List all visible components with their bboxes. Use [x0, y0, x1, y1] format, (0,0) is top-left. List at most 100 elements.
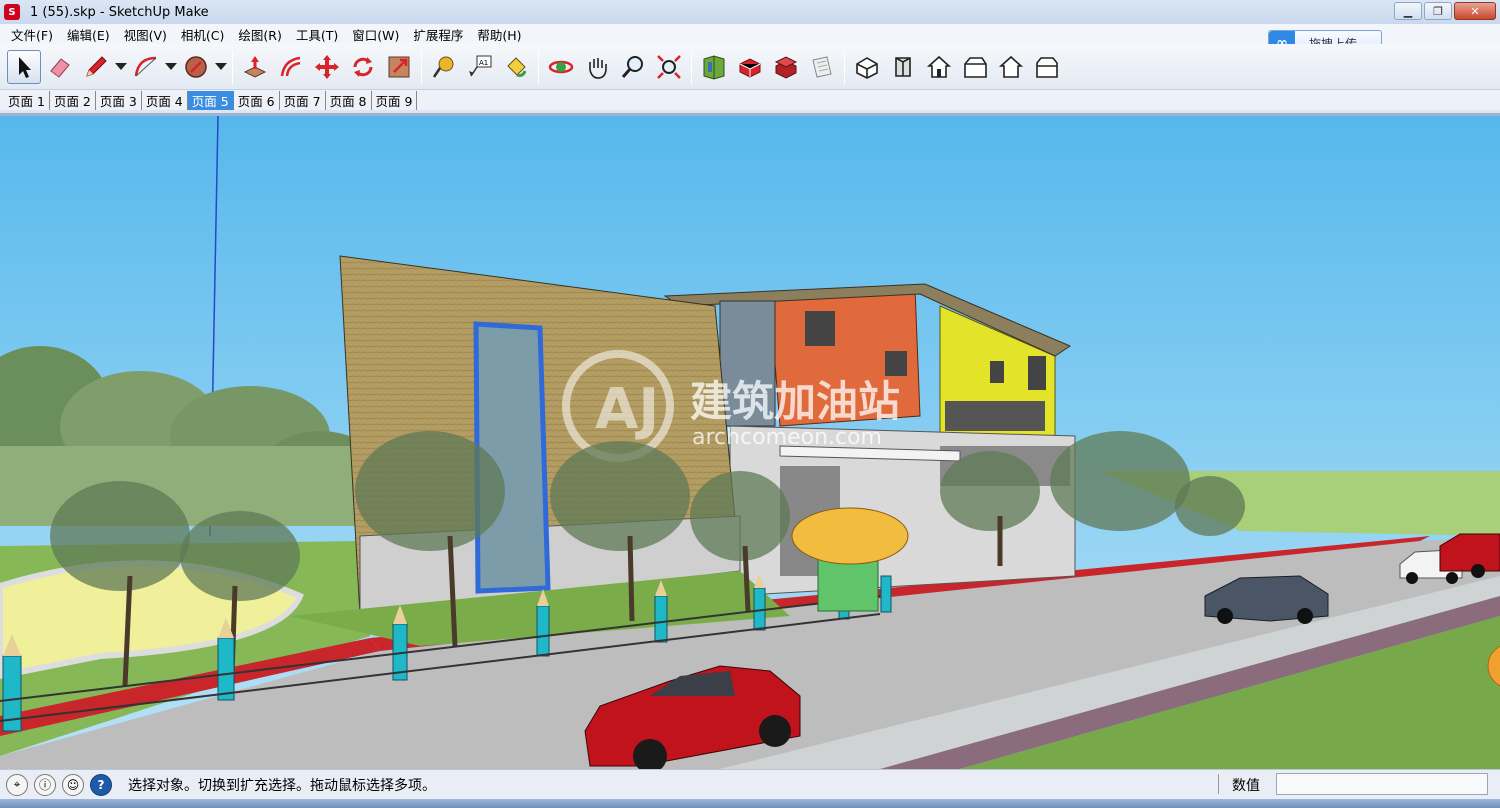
measurements-label: 数值 [1232, 778, 1260, 794]
measurements-input[interactable] [1276, 773, 1488, 795]
rotate-tool-icon [353, 56, 373, 77]
scene-tabs: 页面 1 页面 2 页面 3 页面 4 页面 5 页面 6 页面 7 页面 8 … [0, 90, 1500, 110]
menu-help[interactable]: 帮助(H) [470, 25, 528, 44]
window [1028, 356, 1046, 390]
eraser-tool-button[interactable] [43, 50, 77, 84]
menu-camera[interactable]: 相机(C) [174, 25, 231, 44]
tab-scene-7[interactable]: 页面 7 [280, 91, 326, 110]
menu-draw[interactable]: 绘图(R) [231, 25, 288, 44]
back-view-button[interactable] [994, 50, 1028, 84]
tab-scene-8[interactable]: 页面 8 [326, 91, 372, 110]
move-tool-button[interactable] [310, 50, 344, 84]
status-message: 选择对象。切换到扩充选择。拖动鼠标选择多项。 [128, 777, 436, 794]
tab-scene-1[interactable]: 页面 1 [4, 91, 50, 110]
shape-dropdown[interactable] [214, 50, 228, 84]
paint-bucket-tool-button[interactable] [499, 50, 533, 84]
tab-scene-3[interactable]: 页面 3 [96, 91, 142, 110]
status-divider [1218, 774, 1219, 794]
user-icon[interactable]: ☺ [62, 773, 84, 796]
menu-tools[interactable]: 工具(T) [289, 25, 345, 44]
select-tool-icon [19, 56, 31, 78]
close-button[interactable]: ✕ [1454, 2, 1496, 20]
model-viewport[interactable]: AJ 建筑加油站 archcomeon.com [0, 113, 1500, 769]
left-view-button[interactable] [1030, 50, 1064, 84]
menu-edit[interactable]: 编辑(E) [60, 25, 117, 44]
menu-extensions[interactable]: 扩展程序 [406, 25, 470, 44]
pencil-tool-button[interactable] [79, 50, 113, 84]
rotate-tool-button[interactable] [346, 50, 380, 84]
layout-button[interactable] [805, 50, 839, 84]
minimize-button[interactable]: ▁ [1394, 2, 1422, 20]
tape-measure-tool-button[interactable] [427, 50, 461, 84]
push-pull-icon [243, 55, 267, 78]
shape-tool-button[interactable] [179, 50, 213, 84]
orbit-tool-icon [548, 60, 574, 73]
iso-view-button[interactable] [850, 50, 884, 84]
shape-tool-icon [185, 55, 207, 78]
tab-scene-9[interactable]: 页面 9 [372, 91, 418, 110]
zoom-tool-button[interactable] [616, 50, 650, 84]
orbit-tool-button[interactable] [544, 50, 578, 84]
layout-icon [812, 55, 832, 78]
text-tool-icon: A1 [469, 55, 492, 76]
geo-location-icon[interactable]: ⌖ [6, 773, 28, 796]
watermark-url: archcomeon.com [692, 425, 882, 450]
scale-tool-icon [388, 56, 410, 77]
tape-measure-icon [432, 56, 454, 78]
help-icon[interactable]: ? [90, 773, 112, 796]
warehouse-icon [703, 54, 725, 80]
arc-dropdown[interactable] [164, 50, 178, 84]
offset-tool-button[interactable] [274, 50, 308, 84]
title-bar: S 1 (55).skp - SketchUp Make ▁ ❐ ✕ [0, 0, 1500, 24]
menu-file[interactable]: 文件(F) [4, 25, 60, 44]
pencil-dropdown[interactable] [114, 50, 128, 84]
share-model-icon [739, 57, 761, 78]
share-model-button[interactable] [733, 50, 767, 84]
extension-warehouse-icon [774, 55, 798, 79]
right-view-button[interactable] [958, 50, 992, 84]
restore-button[interactable]: ❐ [1424, 2, 1452, 20]
pan-tool-button[interactable] [580, 50, 614, 84]
top-view-button[interactable] [886, 50, 920, 84]
text-tool-button[interactable]: A1 [463, 50, 497, 84]
tab-scene-5[interactable]: 页面 5 [187, 91, 234, 110]
push-pull-tool-button[interactable] [238, 50, 272, 84]
front-view-button[interactable] [922, 50, 956, 84]
far-red-car [1439, 533, 1500, 578]
toolbar-separator [421, 49, 422, 84]
pan-hand-icon [589, 57, 607, 79]
restore-icon: ❐ [1433, 4, 1443, 18]
tab-scene-2[interactable]: 页面 2 [50, 91, 96, 110]
svg-text:A1: A1 [479, 59, 488, 67]
close-icon: ✕ [1470, 4, 1480, 18]
toolbar-separator [844, 49, 845, 84]
window [990, 361, 1004, 383]
menu-window[interactable]: 窗口(W) [345, 25, 406, 44]
tab-scene-4[interactable]: 页面 4 [142, 91, 188, 110]
credits-icon[interactable]: ⓘ [34, 773, 56, 796]
extension-warehouse-button[interactable] [769, 50, 803, 84]
menu-view[interactable]: 视图(V) [117, 25, 174, 44]
window-title: 1 (55).skp - SketchUp Make [30, 4, 209, 20]
left-view-icon [1036, 56, 1058, 78]
main-toolbar: A1 [0, 44, 1500, 90]
eraser-tool-icon [50, 57, 70, 78]
pencil-tool-icon [86, 55, 107, 77]
move-tool-icon [315, 54, 339, 79]
select-tool-button[interactable] [7, 49, 41, 84]
sketchup-icon: S [4, 4, 20, 20]
status-bar: ⌖ ⓘ ☺ ? 选择对象。切换到扩充选择。拖动鼠标选择多项。 数值 [0, 769, 1500, 799]
zoom-extents-tool-button[interactable] [652, 50, 686, 84]
iso-view-icon [856, 56, 878, 79]
minimize-icon: ▁ [1403, 4, 1413, 18]
tab-scene-6[interactable]: 页面 6 [234, 91, 280, 110]
scale-tool-button[interactable] [382, 50, 416, 84]
zoom-extents-icon [657, 54, 681, 79]
back-view-icon [998, 55, 1024, 78]
toolbar-separator [232, 49, 233, 84]
model-scene: AJ 建筑加油站 archcomeon.com [0, 116, 1500, 769]
window-band [945, 401, 1045, 431]
front-view-icon [926, 55, 952, 78]
arc-tool-button[interactable] [129, 50, 163, 84]
warehouse-button[interactable] [697, 50, 731, 84]
